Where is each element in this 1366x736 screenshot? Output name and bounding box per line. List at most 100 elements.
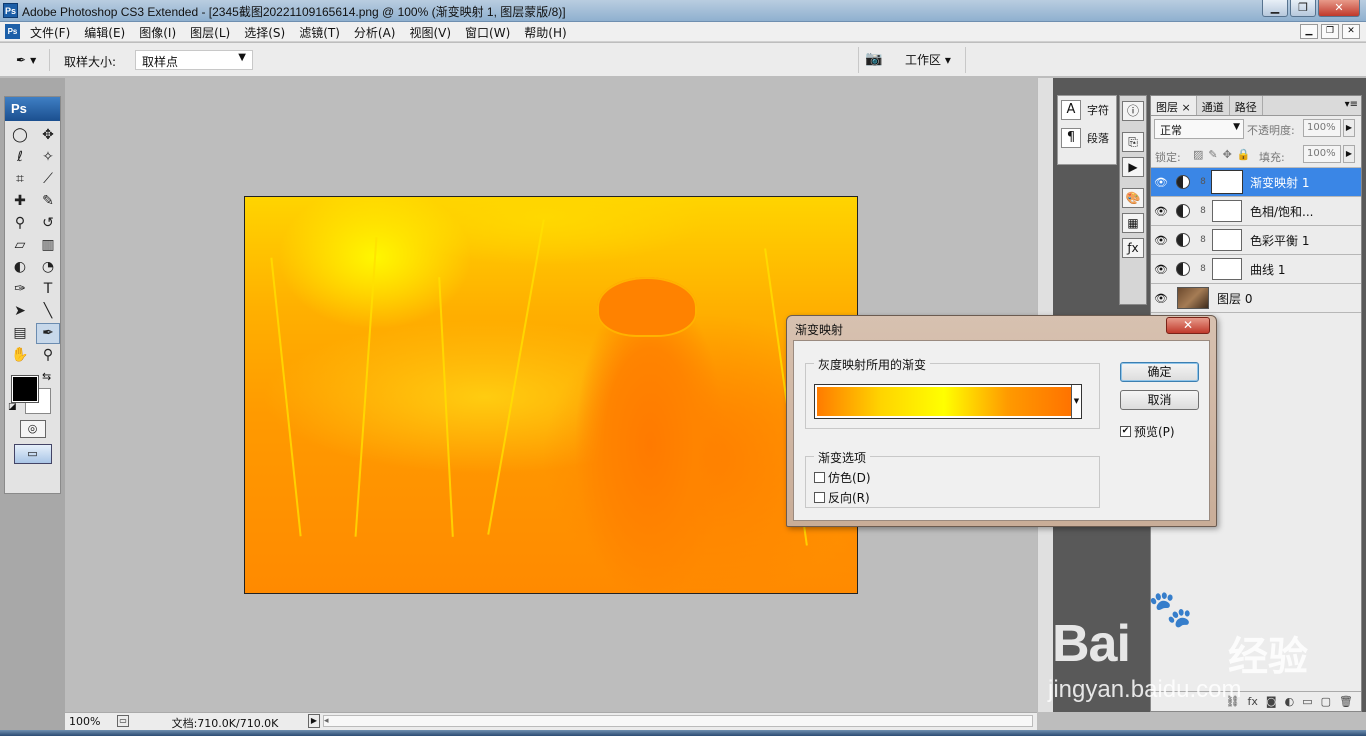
trash-icon[interactable]: 🗑 xyxy=(1339,695,1353,708)
layer-row[interactable]: 👁 8 曲线 1 xyxy=(1151,255,1361,284)
dialog-close-button[interactable]: ✕ xyxy=(1166,317,1210,334)
styles-icon[interactable]: ƒx xyxy=(1122,238,1144,258)
fill-field[interactable]: 100% xyxy=(1303,145,1341,163)
hand-icon[interactable]: ✋ xyxy=(8,345,32,366)
quick-mask-button[interactable]: ◎ xyxy=(19,420,46,438)
lock-transparency-icon[interactable]: ▨ xyxy=(1193,148,1203,161)
new-layer-icon[interactable]: ▢ xyxy=(1321,695,1331,708)
maximize-button[interactable]: ❐ xyxy=(1290,0,1316,17)
close-window-button[interactable]: ✕ xyxy=(1318,0,1360,17)
visibility-eye-icon[interactable]: 👁 xyxy=(1151,176,1171,189)
preview-box[interactable]: ✔ xyxy=(1120,426,1131,437)
menu-layer[interactable]: 图层(L) xyxy=(190,24,230,41)
color-icon[interactable]: 🎨 xyxy=(1122,188,1144,208)
menu-file[interactable]: 文件(F) xyxy=(30,24,70,41)
notes-icon[interactable]: ▤ xyxy=(8,323,32,344)
swatches-icon[interactable]: ▦ xyxy=(1122,213,1144,233)
zoom-level[interactable]: 100% xyxy=(69,715,100,728)
slice-icon[interactable]: ⟋ xyxy=(36,169,60,190)
doc-close-button[interactable]: ✕ xyxy=(1342,24,1360,39)
foreground-color-swatch-top[interactable] xyxy=(11,375,39,403)
dither-box[interactable] xyxy=(814,472,825,483)
paragraph-panel-button[interactable]: ¶ 段落 xyxy=(1058,124,1116,152)
layer-row[interactable]: 👁 8 渐变映射 1 xyxy=(1151,168,1361,197)
layer-row[interactable]: 👁 8 色彩平衡 1 xyxy=(1151,226,1361,255)
swap-colors-icon[interactable]: ⇆ xyxy=(42,370,51,383)
doc-restore-button[interactable]: ❐ xyxy=(1321,24,1339,39)
menu-image[interactable]: 图像(I) xyxy=(139,24,176,41)
menu-filter[interactable]: 滤镜(T) xyxy=(299,24,340,41)
workspace-menu[interactable]: 工作区 ▾ xyxy=(905,51,951,68)
zoom-icon[interactable]: ⚲ xyxy=(36,345,60,366)
blur-icon[interactable]: ◐ xyxy=(8,257,32,278)
screen-mode-button[interactable]: ▭ xyxy=(13,444,52,464)
history-icon[interactable]: ⎘ xyxy=(1122,132,1144,152)
tab-paths[interactable]: 路径 xyxy=(1230,96,1263,115)
menu-select[interactable]: 选择(S) xyxy=(244,24,285,41)
reverse-box[interactable] xyxy=(814,492,825,503)
lasso-icon[interactable]: ℓ xyxy=(8,147,32,168)
reverse-checkbox[interactable]: 反向(R) xyxy=(814,489,870,506)
opacity-slider-icon[interactable]: ▶ xyxy=(1343,119,1355,137)
gradient-picker[interactable]: ▼ xyxy=(814,384,1082,419)
stamp-icon[interactable]: ⚲ xyxy=(8,213,32,234)
layer-mask-thumbnail[interactable] xyxy=(1212,229,1242,251)
info-icon[interactable]: ⓘ xyxy=(1122,101,1144,121)
layer-mask-thumbnail[interactable] xyxy=(1212,258,1242,280)
doc-minimize-button[interactable]: ▁ xyxy=(1300,24,1318,39)
ok-button[interactable]: 确定 xyxy=(1120,362,1199,382)
default-colors-icon[interactable]: ◪ xyxy=(8,402,17,412)
lock-pixels-icon[interactable]: ✎ xyxy=(1208,148,1217,161)
tab-layers[interactable]: 图层 × xyxy=(1151,96,1197,115)
link-chain-icon[interactable]: 8 xyxy=(1196,235,1210,245)
layer-name[interactable]: 曲线 1 xyxy=(1250,261,1285,278)
actions-icon[interactable]: ▶ xyxy=(1122,157,1144,177)
history-brush-icon[interactable]: ↺ xyxy=(36,213,60,234)
crop-icon[interactable]: ⌗ xyxy=(8,169,32,190)
menu-edit[interactable]: 编辑(E) xyxy=(84,24,125,41)
eraser-icon[interactable]: ▱ xyxy=(8,235,32,256)
status-menu-icon[interactable]: ▶ xyxy=(308,714,320,728)
panel-menu-icon[interactable]: ▾≡ xyxy=(1345,99,1358,110)
line-icon[interactable]: ╲ xyxy=(36,301,60,322)
brush-icon[interactable]: ✎ xyxy=(36,191,60,212)
visibility-eye-icon[interactable]: 👁 xyxy=(1151,292,1171,305)
link-chain-icon[interactable]: 8 xyxy=(1196,206,1210,216)
doc-icon[interactable]: Ps xyxy=(5,24,20,39)
layer-mask-thumbnail[interactable] xyxy=(1212,200,1242,222)
path-select-icon[interactable]: ➤ xyxy=(8,301,32,322)
new-adjustment-icon[interactable]: ◐ xyxy=(1285,695,1295,708)
minimize-button[interactable]: ▁ xyxy=(1262,0,1288,17)
sample-size-select[interactable]: 取样点 ▼ xyxy=(135,50,253,70)
menu-help[interactable]: 帮助(H) xyxy=(524,24,566,41)
layer-name[interactable]: 渐变映射 1 xyxy=(1250,174,1309,191)
opacity-field[interactable]: 100% xyxy=(1303,119,1341,137)
layer-row[interactable]: 👁 8 色相/饱和... xyxy=(1151,197,1361,226)
fill-slider-icon[interactable]: ▶ xyxy=(1343,145,1355,163)
eyedropper-icon[interactable]: ✒ xyxy=(36,323,60,344)
layer-mask-thumbnail[interactable] xyxy=(1211,170,1243,194)
dither-checkbox[interactable]: 仿色(D) xyxy=(814,469,871,486)
layer-row[interactable]: 👁 图层 0 xyxy=(1151,284,1361,313)
link-chain-icon[interactable]: 8 xyxy=(1196,264,1210,274)
add-mask-icon[interactable]: ◙ xyxy=(1266,695,1277,708)
type-icon[interactable]: T xyxy=(36,279,60,300)
link-layers-icon[interactable]: ⛓ xyxy=(1226,695,1240,708)
layer-name[interactable]: 色相/饱和... xyxy=(1250,203,1314,220)
preview-checkbox[interactable]: ✔ 预览(P) xyxy=(1120,423,1175,440)
character-panel-button[interactable]: A 字符 xyxy=(1058,96,1116,124)
document-canvas[interactable] xyxy=(244,196,858,594)
cancel-button[interactable]: 取消 xyxy=(1120,390,1199,410)
dodge-icon[interactable]: ◔ xyxy=(36,257,60,278)
link-chain-icon[interactable]: 8 xyxy=(1196,177,1210,187)
marquee-icon[interactable]: ◯ xyxy=(8,125,32,146)
menu-analysis[interactable]: 分析(A) xyxy=(354,24,396,41)
visibility-eye-icon[interactable]: 👁 xyxy=(1151,205,1171,218)
tab-channels[interactable]: 通道 xyxy=(1197,96,1230,115)
layer-style-icon[interactable]: fx xyxy=(1248,695,1258,708)
menu-view[interactable]: 视图(V) xyxy=(409,24,451,41)
tool-preset-picker[interactable]: ✒ ▼ xyxy=(8,49,50,71)
new-group-icon[interactable]: ▭ xyxy=(1302,695,1312,708)
blend-mode-select[interactable]: 正常 ▼ xyxy=(1154,119,1244,139)
layer-name[interactable]: 图层 0 xyxy=(1217,290,1252,307)
